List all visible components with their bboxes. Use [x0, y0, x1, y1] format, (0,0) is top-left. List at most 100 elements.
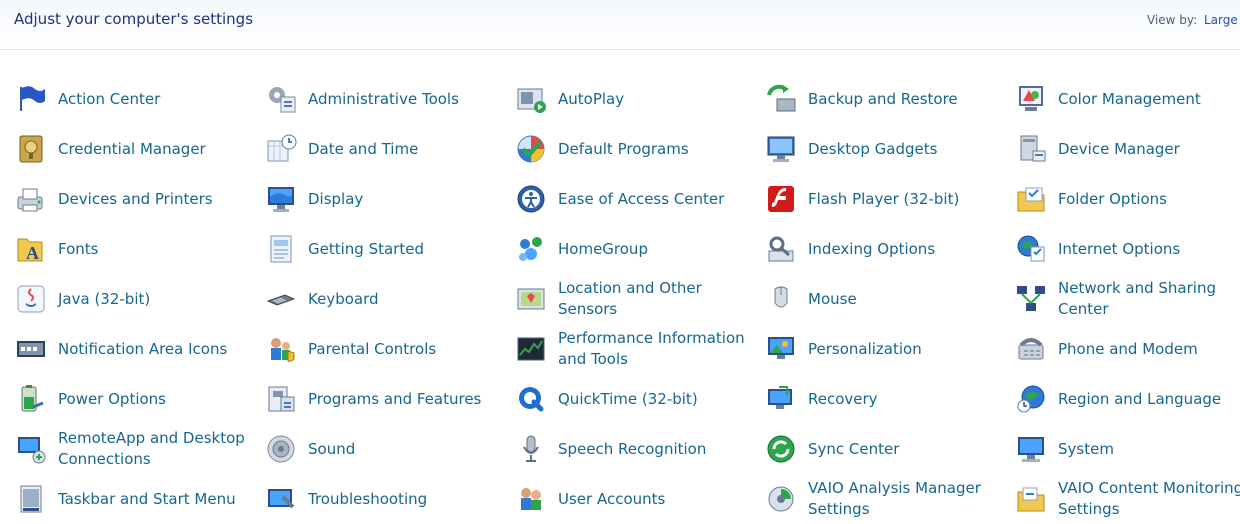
phone-icon — [1014, 332, 1048, 366]
svg-text:A: A — [26, 243, 39, 263]
control-panel-item[interactable]: Programs and Features — [264, 374, 504, 424]
control-panel-item[interactable]: Performance Information and Tools — [514, 324, 754, 374]
performance-icon — [514, 332, 548, 366]
control-panel-item[interactable]: Internet Options — [1014, 224, 1240, 274]
control-panel-item-label: Action Center — [58, 89, 161, 108]
control-panel-item[interactable]: Ease of Access Center — [514, 174, 754, 224]
control-panel-item-label: AutoPlay — [558, 89, 625, 108]
credential-vault-icon — [14, 132, 48, 166]
control-panel-item[interactable]: Getting Started — [264, 224, 504, 274]
control-panel-item[interactable]: Default Programs — [514, 124, 754, 174]
users-icon — [514, 482, 548, 516]
control-panel-item[interactable]: Device Manager — [1014, 124, 1240, 174]
control-panel-item[interactable]: Recovery — [764, 374, 1004, 424]
control-panel-item[interactable]: HomeGroup — [514, 224, 754, 274]
control-panel-item[interactable]: Flash Player (32-bit) — [764, 174, 1004, 224]
control-panel-item-label: HomeGroup — [558, 239, 648, 258]
globe-icon — [1014, 232, 1048, 266]
calendar-clock-icon — [264, 132, 298, 166]
mouse-icon — [764, 282, 798, 316]
control-panel-item[interactable]: Indexing Options — [764, 224, 1004, 274]
control-panel-item-label: QuickTime (32-bit) — [558, 389, 698, 408]
control-panel-item[interactable]: Display — [264, 174, 504, 224]
control-panel-item[interactable]: Action Center — [14, 74, 254, 124]
control-panel-item[interactable]: Java (32-bit) — [14, 274, 254, 324]
control-panel-item[interactable]: Location and Other Sensors — [514, 274, 754, 324]
control-panel-item[interactable]: Parental Controls — [264, 324, 504, 374]
control-panel-item-label: Keyboard — [308, 289, 379, 308]
fonts-icon: A — [14, 232, 48, 266]
control-panel-item[interactable]: Taskbar and Start Menu — [14, 474, 254, 524]
printer-icon — [14, 182, 48, 216]
control-panel-item-label: Getting Started — [308, 239, 424, 258]
vaio-content-icon — [1014, 482, 1048, 516]
control-panel-item-label: Folder Options — [1058, 189, 1167, 208]
control-panel-item[interactable]: A Fonts — [14, 224, 254, 274]
control-panel-item[interactable]: Keyboard — [264, 274, 504, 324]
control-panel-item-label: Taskbar and Start Menu — [58, 489, 236, 508]
control-panel-item-label: System — [1058, 439, 1114, 458]
control-panel-item[interactable]: AutoPlay — [514, 74, 754, 124]
control-panel-item[interactable]: VAIO Content Monitoring Settings — [1014, 474, 1240, 524]
control-panel-item[interactable]: Troubleshooting — [264, 474, 504, 524]
control-panel-item[interactable]: Region and Language — [1014, 374, 1240, 424]
control-panel-item-label: Personalization — [808, 339, 922, 358]
view-by-dropdown[interactable]: Large i — [1204, 13, 1240, 27]
control-panel-item-label: User Accounts — [558, 489, 666, 508]
control-panel-item[interactable]: RemoteApp and Desktop Connections — [14, 424, 254, 474]
control-panel-item[interactable]: Color Management — [1014, 74, 1240, 124]
control-panel-item-label: Fonts — [58, 239, 99, 258]
control-panel-item[interactable]: Desktop Gadgets — [764, 124, 1004, 174]
control-panel-item-label: Speech Recognition — [558, 439, 707, 458]
control-panel-item[interactable]: Credential Manager — [14, 124, 254, 174]
desktop-gadgets-icon — [764, 132, 798, 166]
remoteapp-icon — [14, 432, 48, 466]
getting-started-icon — [264, 232, 298, 266]
control-panel-item-label: Parental Controls — [308, 339, 437, 358]
network-icon — [1014, 282, 1048, 316]
control-panel-item[interactable]: Personalization — [764, 324, 1004, 374]
control-panel-item[interactable]: Date and Time — [264, 124, 504, 174]
control-panel-item-label: Indexing Options — [808, 239, 936, 258]
control-panel-item-label: RemoteApp and Desktop Connections — [58, 429, 245, 468]
control-panel-item-label: Display — [308, 189, 364, 208]
control-panel-item[interactable]: Sound — [264, 424, 504, 474]
keyboard-icon — [264, 282, 298, 316]
control-panel-item[interactable]: Sync Center — [764, 424, 1004, 474]
control-panel-item[interactable]: Power Options — [14, 374, 254, 424]
control-panel-item-label: Ease of Access Center — [558, 189, 725, 208]
control-panel-item-label: Java (32-bit) — [58, 289, 151, 308]
homegroup-icon — [514, 232, 548, 266]
control-panel-item[interactable]: Administrative Tools — [264, 74, 504, 124]
flash-icon — [764, 182, 798, 216]
control-panel-item-label: Region and Language — [1058, 389, 1222, 408]
control-panel-item-label: Credential Manager — [58, 139, 206, 158]
control-panel-item[interactable]: Network and Sharing Center — [1014, 274, 1240, 324]
control-panel-item[interactable]: Mouse — [764, 274, 1004, 324]
autoplay-icon — [514, 82, 548, 116]
control-panel-item-label: Date and Time — [308, 139, 419, 158]
control-panel-item[interactable]: VAIO Analysis Manager Settings — [764, 474, 1004, 524]
recovery-icon — [764, 382, 798, 416]
control-panel-item-label: Devices and Printers — [58, 189, 213, 208]
programs-icon — [264, 382, 298, 416]
control-panel-item[interactable]: Folder Options — [1014, 174, 1240, 224]
region-globe-icon — [1014, 382, 1048, 416]
control-panel-item[interactable]: Devices and Printers — [14, 174, 254, 224]
control-panel-item[interactable]: QuickTime (32-bit) — [514, 374, 754, 424]
control-panel-item[interactable]: User Accounts — [514, 474, 754, 524]
control-panel-item-label: Default Programs — [558, 139, 689, 158]
control-panel-item[interactable]: System — [1014, 424, 1240, 474]
control-panel-item[interactable]: Phone and Modem — [1014, 324, 1240, 374]
control-panel-item-label: Recovery — [808, 389, 878, 408]
accessibility-icon — [514, 182, 548, 216]
control-panel-item-label: Administrative Tools — [308, 89, 459, 108]
control-panel-item[interactable]: Notification Area Icons — [14, 324, 254, 374]
control-panel-item-label: VAIO Content Monitoring Settings — [1058, 479, 1240, 518]
control-panel-item[interactable]: Speech Recognition — [514, 424, 754, 474]
control-panel-item-label: Phone and Modem — [1058, 339, 1198, 358]
control-panel-item[interactable]: Backup and Restore — [764, 74, 1004, 124]
quicktime-icon — [514, 382, 548, 416]
microphone-icon — [514, 432, 548, 466]
sync-icon — [764, 432, 798, 466]
